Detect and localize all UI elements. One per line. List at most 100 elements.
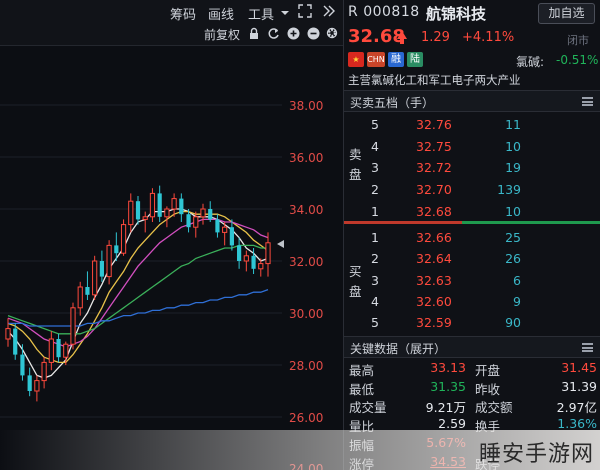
key-value: 33.13 <box>430 360 466 375</box>
candlestick <box>215 214 220 238</box>
level-volume: 25 <box>505 230 521 245</box>
ask-row[interactable]: 5 32.76 11 <box>344 114 600 135</box>
price-tick-label: 36.00 <box>289 151 324 165</box>
bid-row[interactable]: 2 32.64 26 <box>344 248 600 269</box>
keydata-header[interactable]: 关键数据（展开） <box>344 336 600 358</box>
candlestick <box>208 201 213 222</box>
level: 2 <box>371 182 379 198</box>
candlestick <box>41 357 47 389</box>
refresh-icon[interactable] <box>267 27 281 41</box>
quote-panel: R 000818 航锦科技 加自选 32.68 1.29 +4.11% 闭市 ★… <box>343 0 600 470</box>
candlestick <box>164 206 170 228</box>
ask-row[interactable]: 4 32.75 10 <box>344 136 600 157</box>
stock-connect-tag[interactable]: 陆 <box>407 52 423 67</box>
keydata-title: 关键数据（展开） <box>350 342 447 356</box>
bid-row[interactable]: 5 32.59 90 <box>344 312 600 333</box>
candlestick <box>142 211 148 233</box>
candlestick <box>265 232 271 277</box>
candlestick <box>135 196 141 225</box>
menu-icon[interactable] <box>582 343 593 352</box>
zoom-in-icon[interactable] <box>287 27 301 41</box>
stock-name: 航锦科技 <box>426 5 487 23</box>
key-value: 1.36% <box>557 416 597 432</box>
price-change-percent: +4.11% <box>462 30 515 45</box>
candlesticks <box>5 185 271 402</box>
price-tick-label: 32.00 <box>289 255 324 269</box>
zoom-out-icon[interactable] <box>307 27 321 41</box>
candlestick <box>179 193 184 222</box>
price-tick-label: 26.00 <box>289 411 324 425</box>
level-price: 32.64 <box>416 251 452 267</box>
keydata-row: 最低 31.35 昨收 31.39 <box>344 377 600 397</box>
candlestick <box>229 219 234 251</box>
candlestick <box>157 185 162 222</box>
level-price: 32.72 <box>416 160 452 176</box>
level-volume: 9 <box>513 293 521 309</box>
key-value: 34.53 <box>430 453 466 469</box>
bid-row[interactable]: 4 32.60 9 <box>344 291 600 312</box>
stock-tags: ★ CHN 融 陆 氯碱: -0.51% <box>344 51 600 69</box>
level-price: 32.76 <box>416 117 452 132</box>
lock-icon[interactable] <box>248 27 262 41</box>
key-value: 31.39 <box>561 378 597 394</box>
price-tick-label: 28.00 <box>289 359 324 373</box>
moving-average-line <box>7 244 268 335</box>
level-price: 32.63 <box>416 272 452 288</box>
ask-row[interactable]: 3 32.72 19 <box>344 157 600 178</box>
main-business: 主营氯碱化工和军工电子两大产业 <box>348 73 521 87</box>
level: 1 <box>371 203 379 219</box>
price-change: 1.29 <box>421 30 450 45</box>
chn-tag[interactable]: CHN <box>367 52 385 67</box>
level-volume: 10 <box>505 203 521 219</box>
level-price: 32.60 <box>416 293 452 309</box>
level: 3 <box>371 160 379 176</box>
orderbook-title: 买卖五档（手） <box>350 96 435 110</box>
candlestick <box>85 271 90 300</box>
candlestick <box>70 302 76 350</box>
orderbook-header[interactable]: 买卖五档（手） <box>344 90 600 112</box>
price-tick-label: 24.00 <box>289 462 324 470</box>
add-to-watchlist-button[interactable]: 加自选 <box>538 3 595 24</box>
bid-row[interactable]: 3 32.63 6 <box>344 270 600 291</box>
double-chevron-right-icon[interactable] <box>322 4 336 18</box>
key-value: 31.45 <box>561 360 597 375</box>
candlestick <box>77 281 83 316</box>
keydata-row: 量比 2.59 换手 1.36% <box>344 414 600 434</box>
level: 4 <box>371 293 379 309</box>
sector-name[interactable]: 氯碱: <box>516 53 544 70</box>
adjust-mode-button[interactable]: 前复权 <box>204 26 240 43</box>
ask-row[interactable]: 1 32.68 10 <box>344 201 600 222</box>
current-price-marker-icon <box>277 240 284 248</box>
price-tick-label: 38.00 <box>289 99 324 113</box>
drawing-button[interactable]: 画线 <box>208 4 234 23</box>
candlestick <box>5 318 11 347</box>
dropdown-caret-icon[interactable] <box>280 8 294 22</box>
price-tick-label: 34.00 <box>289 203 324 217</box>
watermark-text: 睡安手游网 <box>478 442 594 467</box>
candlestick <box>48 331 54 371</box>
level: 1 <box>371 230 379 245</box>
candlestick <box>237 237 242 269</box>
bid-row[interactable]: 1 32.66 25 <box>344 227 600 248</box>
chart-toolbar: 筹码 画线 工具 前复权 <box>0 0 343 46</box>
level: 3 <box>371 272 379 288</box>
level-volume: 90 <box>505 315 521 331</box>
level-price: 32.70 <box>416 182 452 198</box>
keydata-row: 最高 33.13 开盘 31.45 <box>344 358 600 378</box>
level-volume: 26 <box>505 251 521 267</box>
candlestick <box>13 323 18 360</box>
settings-gear-icon[interactable] <box>325 26 339 40</box>
keydata-row: 成交量 9.21万 成交额 2.97亿 <box>344 395 600 415</box>
ask-row[interactable]: 2 32.70 139 <box>344 179 600 200</box>
candlestick <box>56 333 61 363</box>
tools-button[interactable]: 工具 <box>248 4 274 23</box>
menu-icon[interactable] <box>582 97 593 106</box>
market-status: 闭市 <box>567 34 589 47</box>
price-line: 32.68 1.29 +4.11% 闭市 <box>344 26 600 49</box>
kline-chart-panel[interactable]: 筹码 画线 工具 前复权 38.00 36.00 34.00 32.00 30.00 28… <box>0 0 343 470</box>
fullscreen-icon[interactable] <box>298 4 312 18</box>
level-volume: 19 <box>505 160 521 176</box>
stock-code: R 000818 <box>348 4 420 20</box>
margin-trading-tag[interactable]: 融 <box>388 52 404 67</box>
chips-button[interactable]: 筹码 <box>170 4 196 23</box>
